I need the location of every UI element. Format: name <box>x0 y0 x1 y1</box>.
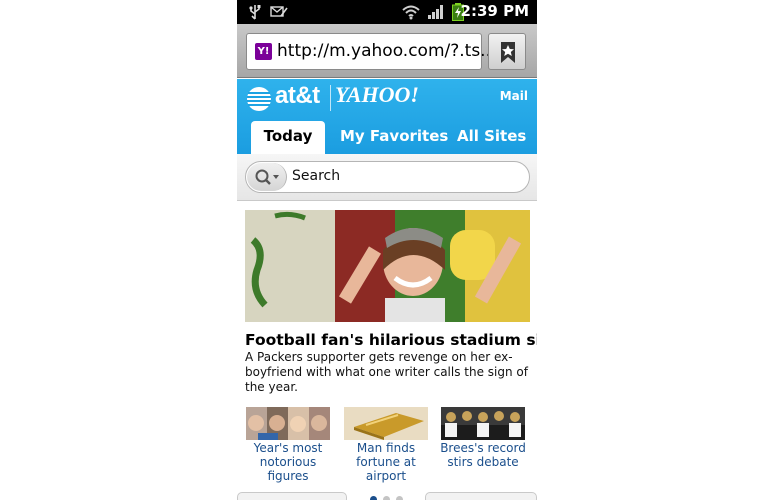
yahoo-logo-text: YAHOO! <box>335 82 419 107</box>
news-thumbnail[interactable]: Year's most notorious figures <box>245 407 331 483</box>
browser-address-bar: Y! http://m.yahoo.com/?.ts... <box>237 24 537 78</box>
thumbnail-caption[interactable]: Brees's record stirs debate <box>440 441 526 469</box>
hero-story-summary: A Packers supporter gets revenge on her … <box>245 350 528 394</box>
wifi-icon <box>402 5 420 20</box>
mail-link[interactable]: Mail <box>500 89 528 103</box>
search-placeholder: Search <box>292 168 341 184</box>
pager-previous-button[interactable] <box>237 492 347 500</box>
thumbnail-image <box>246 407 330 440</box>
url-text: http://m.yahoo.com/?.ts... <box>277 41 497 61</box>
thumbnail-caption[interactable]: Year's most notorious figures <box>245 441 331 483</box>
bookmarks-button[interactable] <box>488 33 526 70</box>
thumbnail-image <box>344 407 428 440</box>
yahoo-favicon-icon: Y! <box>255 43 272 60</box>
tab-today[interactable]: Today <box>251 121 325 154</box>
thumbnail-image <box>441 407 525 440</box>
search-input[interactable]: Search <box>245 161 530 193</box>
bookmark-star-icon <box>501 42 515 63</box>
voicemail-icon <box>270 6 288 17</box>
tab-all-sites[interactable]: All Sites <box>457 121 526 154</box>
search-strip: Search <box>237 154 537 201</box>
usb-icon <box>249 5 261 20</box>
att-globe-icon <box>247 87 271 111</box>
tab-my-favorites[interactable]: My Favorites <box>340 121 448 154</box>
logo-divider <box>330 85 331 111</box>
pager-dot[interactable] <box>370 496 377 500</box>
news-thumbnail[interactable]: Brees's record stirs debate <box>440 407 526 469</box>
att-logo-text: at&t <box>275 82 320 109</box>
football-fan-photo <box>245 210 530 322</box>
hero-story-title[interactable]: Football fan's hilarious stadium sign <box>245 331 537 349</box>
phone-screen: 2:39 PM Y! http://m.yahoo.com/?.ts... at… <box>237 0 537 500</box>
yahoo-header: at&t YAHOO! Mail Today My Favorites All … <box>237 79 537 154</box>
hero-story-image[interactable] <box>245 210 530 322</box>
pager-dot[interactable] <box>383 496 390 500</box>
search-button[interactable] <box>247 163 287 191</box>
status-time: 2:39 PM <box>460 2 529 20</box>
search-icon <box>255 169 279 185</box>
url-field[interactable]: Y! http://m.yahoo.com/?.ts... <box>246 33 496 70</box>
news-thumbnail[interactable]: Man finds fortune at airport <box>343 407 429 483</box>
pager-dot[interactable] <box>396 496 403 500</box>
pager-next-button[interactable] <box>425 492 537 500</box>
signal-icon <box>428 5 443 19</box>
status-bar: 2:39 PM <box>237 0 537 24</box>
thumbnail-caption[interactable]: Man finds fortune at airport <box>343 441 429 483</box>
